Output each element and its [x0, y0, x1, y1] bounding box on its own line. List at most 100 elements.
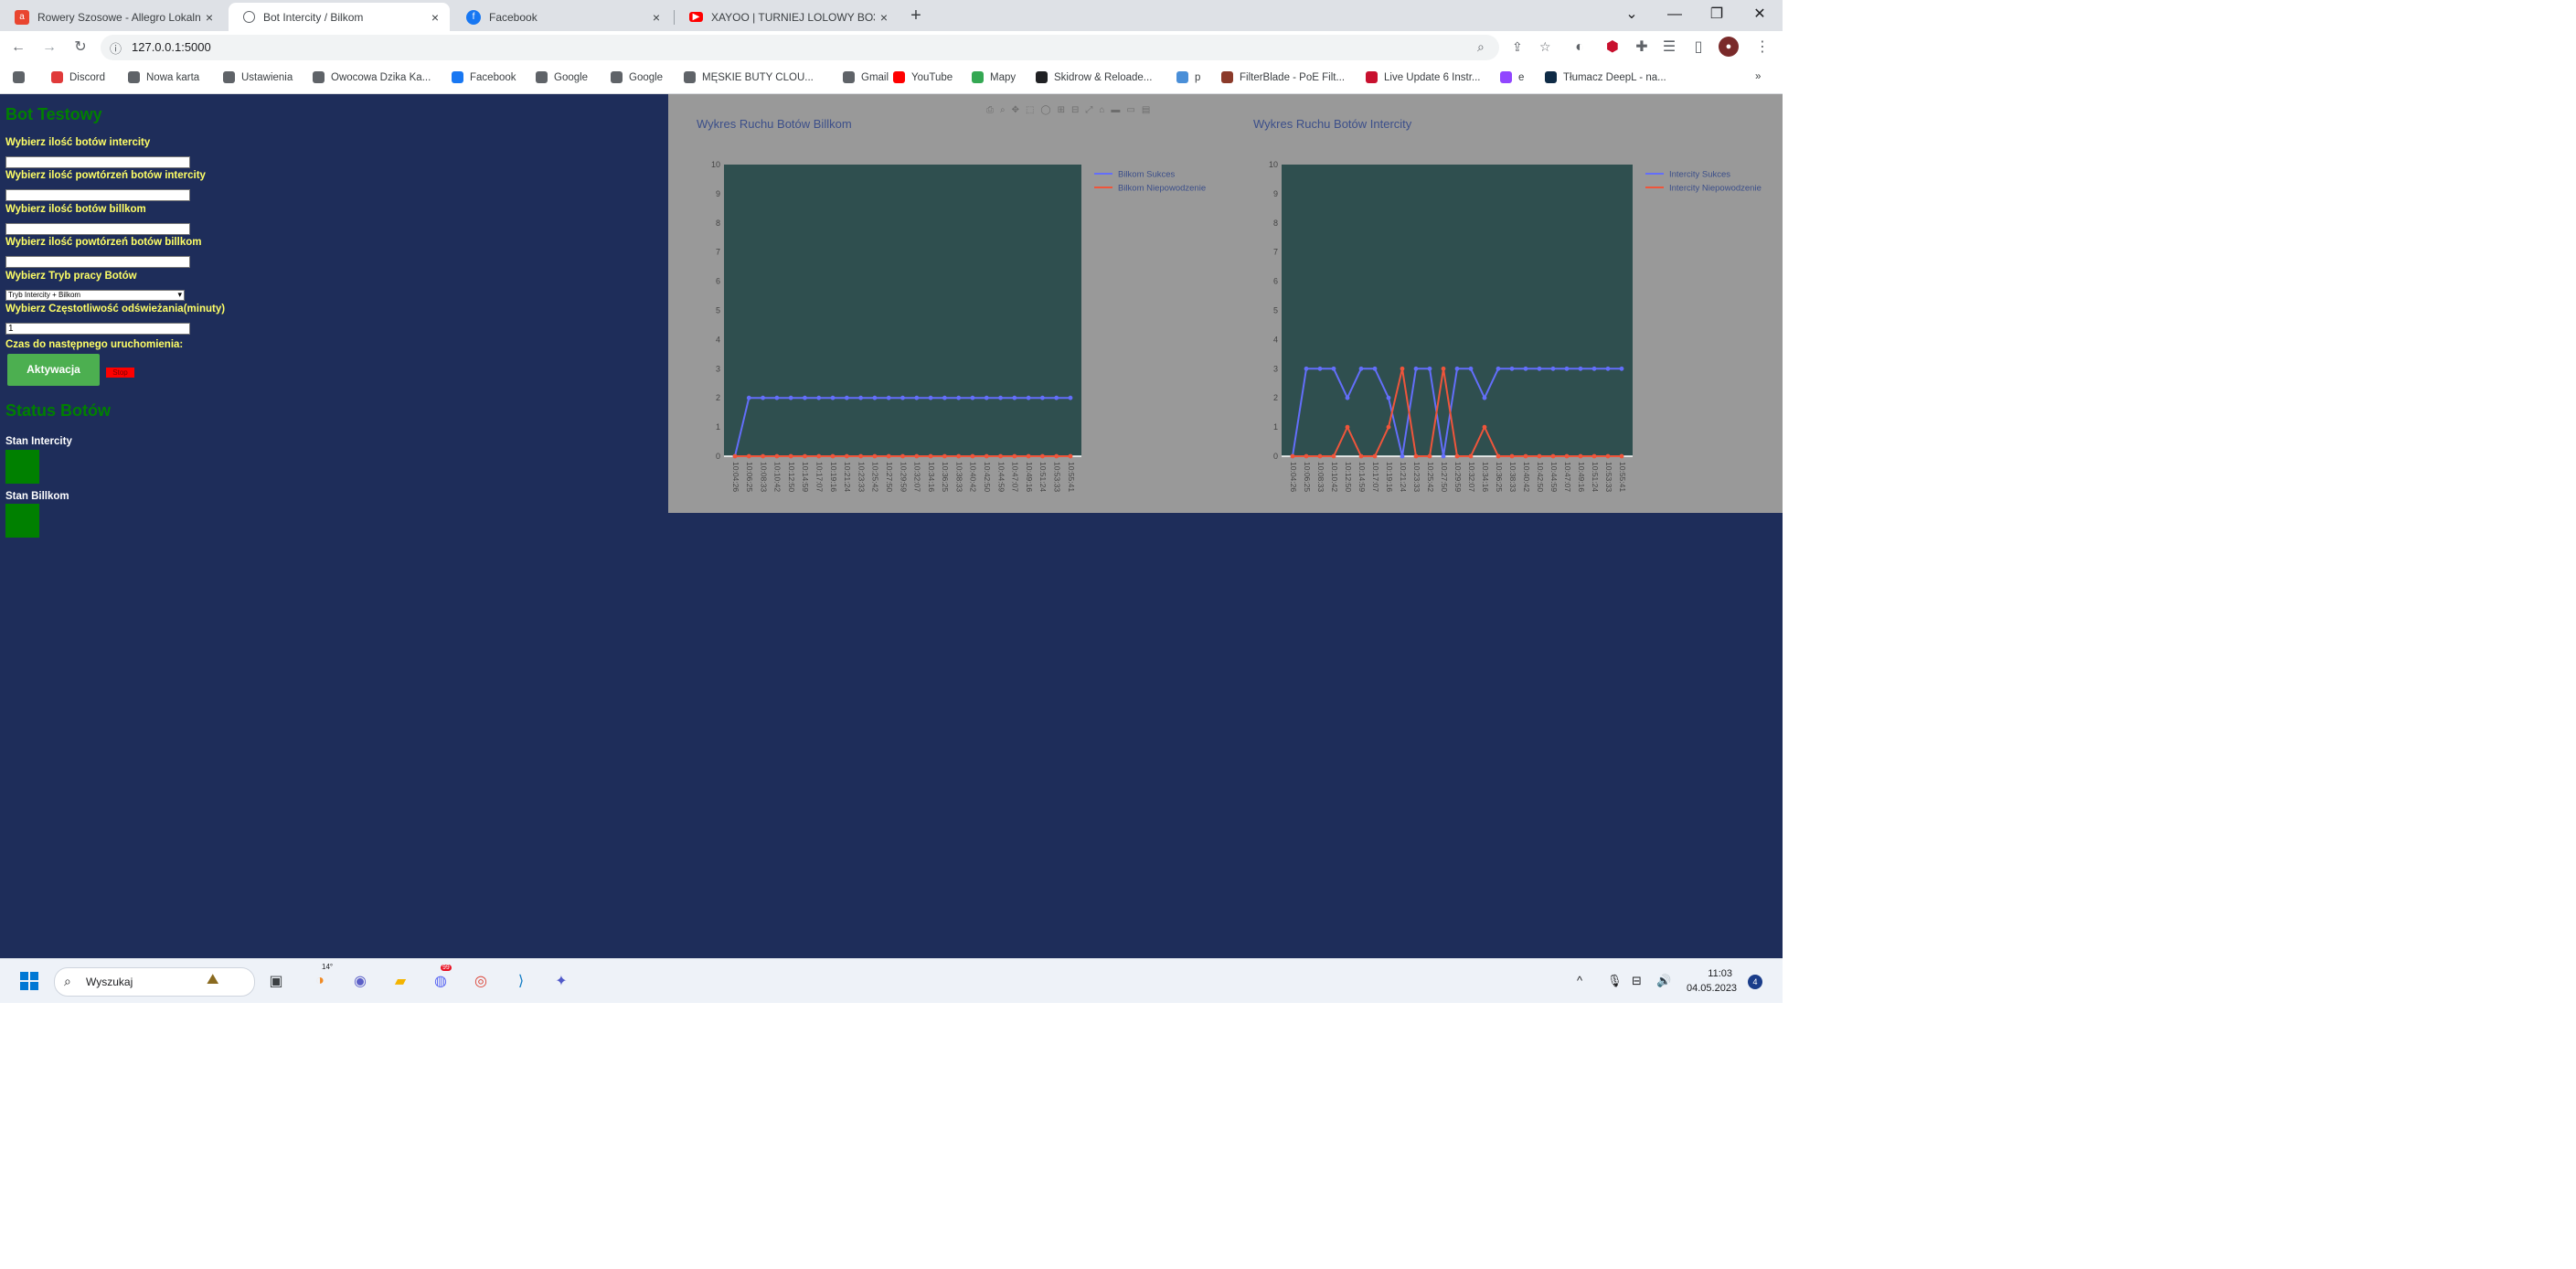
tab-search-button[interactable]: ⌄ [1613, 3, 1650, 27]
bookmark-9[interactable]: Gmail [843, 71, 889, 83]
windows-start-icon[interactable] [16, 968, 42, 994]
series-point [1386, 395, 1391, 400]
reading-list-icon[interactable]: ☰ [1658, 37, 1680, 58]
bookmark-4[interactable]: Owocowa Dzika Ka... [313, 71, 431, 83]
series-point [984, 395, 989, 400]
stop-button[interactable]: Stop [106, 368, 134, 378]
bookmarks-more-button[interactable]: » [1755, 71, 1761, 82]
microphone-icon[interactable]: 🎙 [1607, 974, 1623, 988]
y-tick-label: 9 [716, 189, 720, 198]
bookmark-14[interactable]: FilterBlade - PoE Filt... [1221, 71, 1345, 83]
bookmark-16[interactable]: e [1500, 71, 1524, 83]
close-icon[interactable]: × [875, 10, 893, 25]
series-point [1537, 366, 1542, 371]
address-bar[interactable]: ⓘ 127.0.0.1:5000 ⌕ ⇪ ☆ [101, 35, 1551, 60]
series-point [1509, 366, 1515, 371]
series-point [886, 395, 891, 400]
volume-icon[interactable]: 🔊 [1656, 974, 1671, 988]
info-icon[interactable]: ⓘ [110, 39, 122, 57]
mode-select[interactable]: Tryb Intercity + Bilkom [5, 290, 185, 301]
x-tick-label: 10:23:33 [1412, 462, 1421, 492]
tab-bot-intercity[interactable]: Bot Intercity / Bilkom × [229, 3, 450, 31]
tray-chevron-icon[interactable]: ^ [1577, 974, 1582, 987]
reload-icon[interactable]: ↻ [69, 37, 91, 58]
bookmark-11[interactable]: Mapy [972, 71, 1016, 83]
task-view-icon[interactable]: ▣ [263, 968, 289, 994]
bookmark-17[interactable]: Tłumacz DeepL - na... [1545, 71, 1666, 83]
bookmark-0[interactable] [13, 71, 31, 83]
bookmark-star-icon[interactable]: ☆ [1539, 39, 1551, 55]
series-point [914, 395, 920, 400]
discord-icon[interactable]: ◍ 99 [428, 965, 453, 994]
minimize-button[interactable]: — [1656, 3, 1693, 27]
activate-button[interactable]: Aktywacja [7, 354, 100, 386]
chrome-icon[interactable]: ◎ [468, 968, 494, 994]
billkom-repeats-input[interactable] [5, 256, 190, 268]
profile-avatar[interactable]: ● [1719, 37, 1739, 57]
legend-label: Bilkom Sukces [1118, 170, 1176, 180]
series-point [1040, 395, 1045, 400]
menu-kebab-icon[interactable]: ⋮ [1751, 37, 1773, 58]
x-tick-label: 10:34:16 [1481, 462, 1490, 492]
close-window-button[interactable]: ✕ [1741, 3, 1778, 27]
weather-icon[interactable]: ◑ 14° [307, 963, 333, 994]
close-icon[interactable]: × [426, 10, 444, 25]
bookmark-1[interactable]: Discord [51, 71, 105, 83]
notification-badge[interactable]: 4 [1748, 975, 1762, 989]
bookmark-12[interactable]: Skidrow & Reloade... [1036, 71, 1152, 83]
extension-shield-icon[interactable]: ◐ [1569, 37, 1591, 58]
teams-icon[interactable]: ✦ [548, 968, 574, 994]
file-explorer-icon[interactable]: ▰ [388, 968, 413, 994]
clock[interactable]: 11:03 04.05.2023 [1687, 966, 1737, 996]
intercity-bots-input[interactable] [5, 156, 190, 168]
x-tick-label: 10:21:24 [843, 462, 852, 492]
bookmark-5[interactable]: Facebook [452, 71, 516, 83]
bookmark-3[interactable]: Ustawienia [223, 71, 293, 83]
intercity-repeats-input[interactable] [5, 189, 190, 201]
tab-facebook[interactable]: f Facebook × [452, 3, 671, 31]
series-point [732, 453, 738, 459]
y-tick-label: 5 [1273, 306, 1278, 315]
mode-label: Wybierz Tryb pracy Botów [5, 271, 137, 282]
adblock-icon[interactable]: ⬢ [1602, 37, 1623, 58]
y-tick-label: 7 [716, 248, 720, 257]
bookmark-7[interactable]: Google [611, 71, 663, 83]
series-point [1482, 424, 1487, 430]
billkom-bots-input[interactable] [5, 223, 190, 235]
chart-intercity[interactable]: 0 1 2 3 4 5 6 7 8 9 10 10:04:26 10:06:25 10:08:33 10:1… [1225, 94, 1783, 513]
share-icon[interactable]: ⇪ [1512, 39, 1523, 55]
side-panel-icon[interactable]: ▯ [1687, 37, 1709, 58]
zoom-icon[interactable]: ⌕ [1477, 39, 1485, 55]
series-point [1358, 366, 1364, 371]
x-tick-label: 10:38:33 [954, 462, 963, 492]
extensions-puzzle-icon[interactable]: ✚ [1631, 37, 1653, 58]
bookmark-8[interactable]: MĘSKIE BUTY CLOU... [684, 71, 814, 83]
tab-youtube[interactable]: ▶ XAYOO | TURNIEJ LOLOWY BO3 | 1v1 × [675, 3, 899, 31]
x-tick-label: 10:44:59 [996, 462, 1006, 492]
bookmark-2[interactable]: Nowa karta [128, 71, 199, 83]
network-icon[interactable]: ⊟ [1632, 974, 1642, 988]
back-icon[interactable]: ← [7, 37, 29, 58]
close-icon[interactable]: × [200, 10, 218, 25]
close-icon[interactable]: × [647, 10, 665, 25]
bookmark-10[interactable]: YouTube [893, 71, 953, 83]
bookmark-15[interactable]: Live Update 6 Instr... [1366, 71, 1480, 83]
bookmark-6[interactable]: Google [536, 71, 588, 83]
series-point [1413, 366, 1419, 371]
new-tab-button[interactable]: + [905, 5, 927, 27]
chart-billkom[interactable]: 0 1 2 3 4 5 6 7 8 9 10 10:04:26 10:06:25 10:08:33 10:1… [668, 94, 1226, 513]
search-placeholder: Wyszukaj [86, 976, 133, 988]
restore-button[interactable]: ❐ [1698, 3, 1735, 27]
forward-icon[interactable]: → [38, 37, 60, 58]
series-point [1331, 366, 1336, 371]
charts-panel: Wykres Ruchu Botów Billkom Wykres Ruchu … [668, 94, 1783, 513]
x-tick-label: 10:12:50 [787, 462, 796, 492]
taskbar-search[interactable]: ⌕ Wyszukaj ⛰ [54, 967, 255, 997]
bookmark-13[interactable]: p [1176, 71, 1200, 83]
x-tick-label: 10:06:25 [745, 462, 754, 492]
tab-allegro[interactable]: a Rowery Szosowe - Allegro Lokalnie × [0, 3, 224, 31]
teams-chat-icon[interactable]: ◉ [347, 968, 373, 994]
frequency-input[interactable] [5, 323, 190, 335]
url-text[interactable]: 127.0.0.1:5000 [132, 40, 211, 54]
vscode-icon[interactable]: ⟩ [508, 968, 534, 994]
